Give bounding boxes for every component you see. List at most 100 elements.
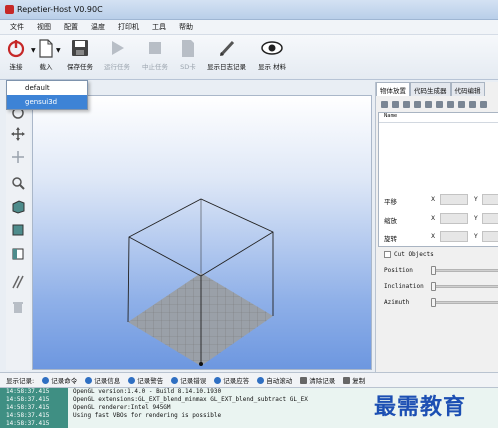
object-panel: 物体放置 代码生成器 代码编辑 Name 平移 X Y 缩放 X Y 旋转 X … <box>375 82 498 372</box>
save-job-button[interactable]: 保存任务 <box>67 38 93 71</box>
copy-icon <box>343 376 351 384</box>
scale-x-label: X <box>431 215 436 222</box>
azimuth-slider-knob[interactable] <box>431 298 436 307</box>
print-volume <box>127 198 274 366</box>
tab-code-generator[interactable]: 代码生成器 <box>410 82 451 96</box>
rotate-label: 旋转 <box>384 235 397 243</box>
window-title: Repetier-Host V0.90C <box>17 5 103 14</box>
watermark-logo: 最需教育 <box>374 394 467 420</box>
translate-y-field[interactable] <box>482 194 498 205</box>
translate-label: 平移 <box>384 198 397 206</box>
drop-object-icon[interactable] <box>436 100 443 108</box>
move-object-icon[interactable] <box>11 150 25 164</box>
main-toolbar: 连接 ▼ 载入 ▼ 保存任务 运行任务 中止任务 SD卡 显示日志记录 显示 材… <box>0 35 498 80</box>
position-slider-knob[interactable] <box>431 266 436 275</box>
trash-icon[interactable] <box>11 300 25 314</box>
copy-log-button[interactable]: 复制 <box>343 375 365 385</box>
rotate-x-field[interactable] <box>440 231 468 242</box>
inclination-slider[interactable] <box>431 282 498 291</box>
log-errors-toggle[interactable]: 记录错误 <box>171 375 206 385</box>
run-job-button[interactable]: 运行任务 <box>104 38 130 71</box>
title-bar: Repetier-Host V0.90C <box>0 0 498 20</box>
floppy-icon <box>72 40 88 56</box>
connect-dropdown-arrow[interactable]: ▼ <box>31 47 36 54</box>
radio-icon <box>214 376 222 384</box>
position-slider[interactable] <box>431 266 498 275</box>
move-view-icon[interactable] <box>11 127 25 141</box>
parallel-lines-icon[interactable] <box>11 275 25 289</box>
sd-card-button[interactable]: SD卡 <box>180 38 196 71</box>
scale-label: 缩放 <box>384 217 397 225</box>
log-info-toggle[interactable]: 记录信息 <box>85 375 120 385</box>
remove-object-icon[interactable] <box>392 100 399 108</box>
inclination-slider-knob[interactable] <box>431 282 436 291</box>
autoscroll-toggle[interactable]: 自动滚动 <box>257 375 292 385</box>
object-list[interactable]: Name <box>378 112 498 247</box>
scale-x-field[interactable] <box>440 213 468 224</box>
center-object-icon[interactable] <box>425 100 432 108</box>
top-view-icon[interactable] <box>11 246 25 260</box>
menu-printer[interactable]: 打印机 <box>118 22 139 32</box>
scale-y-field[interactable] <box>482 213 498 224</box>
play-icon <box>112 41 124 55</box>
azimuth-slider[interactable] <box>431 298 498 307</box>
load-button[interactable]: 载入 <box>38 38 54 71</box>
grid-object-icon[interactable] <box>458 100 465 108</box>
add-object-icon[interactable] <box>381 100 388 108</box>
profile-dropdown[interactable]: default gensui3d <box>6 80 88 110</box>
radio-icon <box>85 376 93 384</box>
tab-code-editor[interactable]: 代码编辑 <box>450 82 485 96</box>
zoom-icon[interactable] <box>11 176 25 190</box>
app-icon <box>5 5 14 14</box>
profile-option-gensui3d[interactable]: gensui3d <box>7 95 87 109</box>
radio-icon <box>128 376 136 384</box>
connect-button[interactable]: 连接 <box>6 38 26 71</box>
clear-log-button[interactable]: 清除记录 <box>300 375 335 385</box>
iso-view-icon[interactable] <box>11 200 25 214</box>
translate-x-field[interactable] <box>440 194 468 205</box>
menu-temperature[interactable]: 温度 <box>91 22 105 32</box>
log-row: 14:58:37.415 <box>0 420 498 428</box>
pencil-icon <box>219 40 234 57</box>
load-dropdown-arrow[interactable]: ▼ <box>56 47 61 54</box>
sd-card-icon <box>182 40 194 57</box>
cut-object-icon[interactable] <box>469 100 476 108</box>
menu-file[interactable]: 文件 <box>10 22 24 32</box>
log-time: 14:58:37.415 <box>0 388 68 396</box>
radio-icon <box>171 376 179 384</box>
menu-view[interactable]: 视图 <box>37 22 51 32</box>
tab-object-placement[interactable]: 物体放置 <box>376 82 410 96</box>
log-time: 14:58:37.415 <box>0 396 68 404</box>
log-time: 14:58:37.415 <box>0 420 68 428</box>
front-view-icon[interactable] <box>11 222 25 236</box>
rotate-x-label: X <box>431 233 436 240</box>
mirror-object-icon[interactable] <box>447 100 454 108</box>
profile-option-default[interactable]: default <box>7 81 87 95</box>
panel-tabs: 物体放置 代码生成器 代码编辑 <box>376 82 498 96</box>
checkbox-box[interactable] <box>384 251 391 258</box>
list-header-name: Name <box>379 113 498 123</box>
object-toolbar <box>378 98 498 110</box>
log-responses-toggle[interactable]: 记录应答 <box>214 375 249 385</box>
log-commands-toggle[interactable]: 记录命令 <box>42 375 77 385</box>
copy-object-icon[interactable] <box>403 100 410 108</box>
stop-job-button[interactable]: 中止任务 <box>142 38 168 71</box>
slice-object-icon[interactable] <box>480 100 487 108</box>
menu-config[interactable]: 配置 <box>64 22 78 32</box>
autoposition-icon[interactable] <box>414 100 421 108</box>
log-time: 14:58:37.415 <box>0 412 68 420</box>
view-tools <box>6 100 30 370</box>
menu-help[interactable]: 帮助 <box>179 22 193 32</box>
radio-icon <box>257 376 265 384</box>
translate-y-label: Y <box>474 196 478 203</box>
cut-objects-checkbox[interactable]: Cut Objects <box>384 251 434 258</box>
log-warnings-toggle[interactable]: 记录警告 <box>128 375 163 385</box>
log-time: 14:58:37.415 <box>0 404 68 412</box>
rotate-y-field[interactable] <box>482 231 498 242</box>
menu-tools[interactable]: 工具 <box>152 22 166 32</box>
show-material-button[interactable]: 显示 材料 <box>258 38 286 71</box>
3d-viewport[interactable] <box>32 95 372 370</box>
translate-x-label: X <box>431 196 436 203</box>
show-log-button[interactable]: 显示日志记录 <box>207 38 246 71</box>
rotate-y-label: Y <box>474 233 478 240</box>
